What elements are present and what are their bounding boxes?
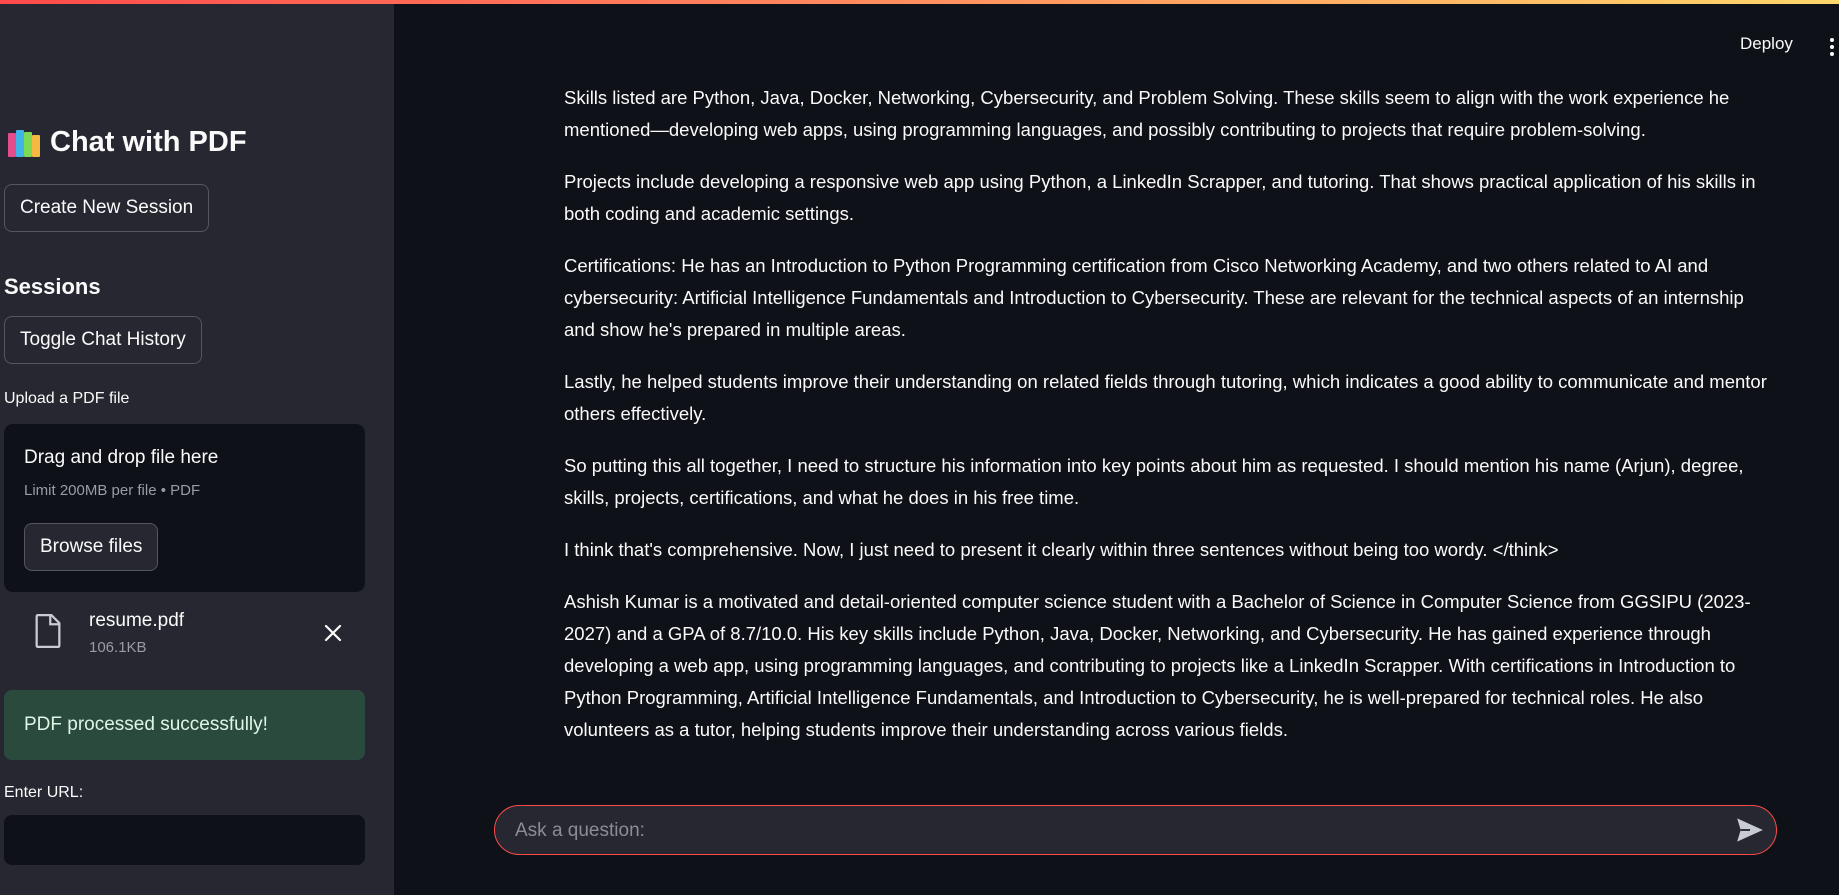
file-name: resume.pdf bbox=[89, 610, 185, 631]
success-alert: PDF processed successfully! bbox=[4, 690, 365, 760]
deploy-button[interactable]: Deploy bbox=[1740, 34, 1793, 54]
books-icon bbox=[8, 129, 40, 157]
sessions-heading: Sessions bbox=[4, 274, 101, 299]
message-paragraph: Ashish Kumar is a motivated and detail-o… bbox=[564, 591, 1751, 740]
send-icon[interactable] bbox=[1736, 817, 1764, 843]
message-paragraph: Skills listed are Python, Java, Docker, … bbox=[564, 87, 1730, 140]
url-label: Enter URL: bbox=[4, 784, 84, 801]
message-paragraph: So putting this all together, I need to … bbox=[564, 455, 1744, 508]
url-input[interactable] bbox=[4, 815, 365, 865]
file-dropzone[interactable]: Drag and drop file here Limit 200MB per … bbox=[4, 424, 365, 592]
create-new-session-button[interactable]: Create New Session bbox=[4, 184, 210, 232]
message-paragraph: Projects include developing a responsive… bbox=[564, 171, 1756, 224]
kebab-menu-icon[interactable] bbox=[1830, 38, 1836, 58]
file-icon bbox=[35, 614, 61, 648]
message-paragraph: Lastly, he helped students improve their… bbox=[564, 371, 1767, 424]
success-message: PDF processed successfully! bbox=[24, 714, 268, 735]
toggle-chat-history-button[interactable]: Toggle Chat History bbox=[4, 316, 202, 364]
browse-files-button[interactable]: Browse files bbox=[24, 523, 159, 571]
close-icon[interactable] bbox=[324, 624, 342, 642]
uploaded-file-item: resume.pdf 106.1KB bbox=[4, 602, 365, 664]
upload-label: Upload a PDF file bbox=[4, 390, 130, 407]
app-title-text: Chat with PDF bbox=[50, 126, 247, 158]
message-paragraph: I think that's comprehensive. Now, I jus… bbox=[564, 539, 1559, 560]
chat-message: Skills listed are Python, Java, Docker, … bbox=[564, 82, 1776, 766]
dropzone-title: Drag and drop file here bbox=[24, 447, 219, 468]
chat-input-bar bbox=[494, 805, 1777, 856]
message-paragraph: Certifications: He has an Introduction t… bbox=[564, 255, 1744, 340]
dropzone-limit-text: Limit 200MB per file • PDF bbox=[24, 482, 201, 499]
ask-question-input[interactable] bbox=[513, 806, 1697, 856]
file-size: 106.1KB bbox=[89, 639, 147, 656]
sidebar: Chat with PDF Create New Session Session… bbox=[0, 4, 394, 895]
app-title: Chat with PDF bbox=[8, 128, 247, 157]
